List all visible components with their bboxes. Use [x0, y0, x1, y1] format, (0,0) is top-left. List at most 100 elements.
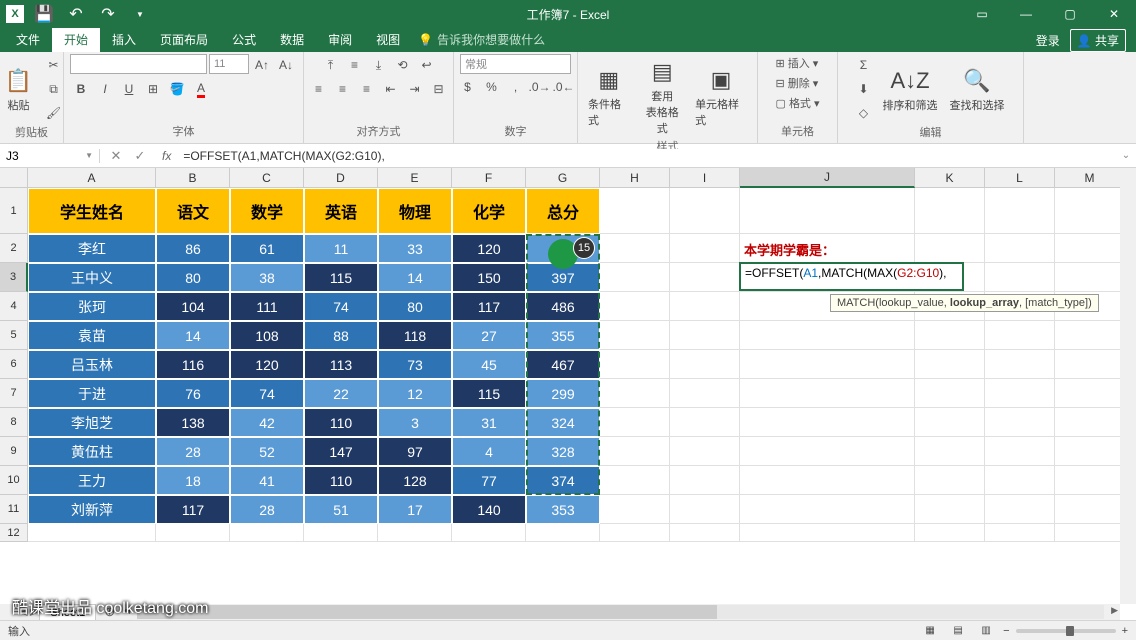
table-cell-value[interactable]: 97 — [378, 437, 452, 466]
font-color-icon[interactable]: A — [190, 78, 212, 100]
bold-icon[interactable]: B — [70, 78, 92, 100]
decrease-decimal-icon[interactable]: .0← — [553, 76, 575, 98]
table-cell-value[interactable]: 14 — [378, 263, 452, 292]
table-cell-name[interactable]: 王力 — [28, 466, 156, 495]
col-header-H[interactable]: H — [600, 168, 670, 188]
wrap-text-icon[interactable]: ↩ — [416, 54, 438, 76]
cell-j3-editing[interactable]: =OFFSET(A1,MATCH(MAX(G2:G10), — [739, 262, 964, 291]
increase-decimal-icon[interactable]: .0→ — [529, 76, 551, 98]
find-select-button[interactable]: 🔍查找和选择 — [946, 63, 1009, 115]
accept-formula-icon[interactable]: ✓ — [130, 148, 150, 164]
table-cell-value[interactable]: 76 — [156, 379, 230, 408]
merge-icon[interactable]: ⊟ — [428, 78, 450, 100]
decrease-font-icon[interactable]: A↓ — [275, 54, 297, 76]
row-header-7[interactable]: 7 — [0, 379, 28, 408]
table-cell-value[interactable]: 74 — [304, 292, 378, 321]
table-cell-value[interactable]: 22 — [304, 379, 378, 408]
col-header-M[interactable]: M — [1055, 168, 1125, 188]
fill-color-icon[interactable]: 🪣 — [166, 78, 188, 100]
table-header[interactable]: 语文 — [156, 188, 230, 234]
table-cell-value[interactable]: 31 — [452, 408, 526, 437]
table-cell-value[interactable]: 12 — [378, 379, 452, 408]
normal-view-icon[interactable]: ▦ — [919, 623, 941, 639]
tab-home[interactable]: 开始 — [52, 27, 100, 52]
underline-icon[interactable]: U — [118, 78, 140, 100]
table-header[interactable]: 英语 — [304, 188, 378, 234]
format-painter-icon[interactable]: 🖌 — [43, 102, 65, 124]
table-cell-value[interactable]: 17 — [378, 495, 452, 524]
col-header-J[interactable]: J — [740, 168, 915, 188]
cells-format-button[interactable]: ▢ 格式 ▾ — [776, 94, 820, 112]
table-cell-value[interactable]: 33 — [378, 234, 452, 263]
table-cell-value[interactable]: 108 — [230, 321, 304, 350]
table-cell-value[interactable]: 73 — [378, 350, 452, 379]
table-cell-value[interactable]: 18 — [156, 466, 230, 495]
zoom-slider[interactable] — [1016, 629, 1116, 633]
zoom-in-icon[interactable]: + — [1122, 625, 1128, 637]
table-cell-name[interactable]: 李红 — [28, 234, 156, 263]
align-center-icon[interactable]: ≡ — [332, 78, 354, 100]
table-cell-name[interactable]: 袁苗 — [28, 321, 156, 350]
conditional-format-button[interactable]: ▦条件格式 — [584, 62, 634, 130]
copy-icon[interactable]: ⧉ — [43, 78, 65, 100]
table-cell-value[interactable]: 28 — [156, 437, 230, 466]
close-icon[interactable]: ✕ — [1092, 0, 1136, 28]
align-left-icon[interactable]: ≡ — [308, 78, 330, 100]
table-cell-value[interactable]: 115 — [304, 263, 378, 292]
clear-icon[interactable]: ◇ — [853, 102, 875, 124]
table-cell-value[interactable]: 4 — [452, 437, 526, 466]
comma-icon[interactable]: , — [505, 76, 527, 98]
expand-formula-bar-icon[interactable]: ⌄ — [1116, 150, 1136, 161]
col-header-L[interactable]: L — [985, 168, 1055, 188]
tab-review[interactable]: 审阅 — [316, 27, 364, 52]
align-top-icon[interactable]: ⤒ — [320, 54, 342, 76]
table-cell-value[interactable]: 51 — [304, 495, 378, 524]
fx-icon[interactable]: fx — [156, 149, 177, 163]
row-header-12[interactable]: 12 — [0, 524, 28, 542]
col-header-D[interactable]: D — [304, 168, 378, 188]
table-cell-value[interactable]: 61 — [230, 234, 304, 263]
paste-button[interactable]: 📋 粘贴 — [0, 63, 39, 115]
tell-me-input[interactable]: 💡 告诉我你想要做什么 — [412, 27, 551, 52]
row-header-4[interactable]: 4 — [0, 292, 28, 321]
row-header-1[interactable]: 1 — [0, 188, 28, 234]
row-header-8[interactable]: 8 — [0, 408, 28, 437]
orientation-icon[interactable]: ⟲ — [392, 54, 414, 76]
select-all-button[interactable] — [0, 168, 28, 188]
table-cell-value[interactable]: 80 — [156, 263, 230, 292]
col-header-I[interactable]: I — [670, 168, 740, 188]
table-cell-value[interactable]: 41 — [230, 466, 304, 495]
table-cell-value[interactable]: 118 — [378, 321, 452, 350]
align-middle-icon[interactable]: ≡ — [344, 54, 366, 76]
name-box[interactable]: J3▼ — [0, 149, 100, 163]
col-header-C[interactable]: C — [230, 168, 304, 188]
table-cell-value[interactable]: 80 — [378, 292, 452, 321]
table-cell-value[interactable]: 42 — [230, 408, 304, 437]
minimize-icon[interactable]: — — [1004, 0, 1048, 28]
table-cell-value[interactable]: 467 — [526, 350, 600, 379]
table-header[interactable]: 学生姓名 — [28, 188, 156, 234]
ribbon-options-icon[interactable]: ▭ — [960, 0, 1004, 28]
qat-dropdown-icon[interactable]: ▼ — [128, 2, 152, 26]
font-size-combo[interactable]: 11 — [209, 54, 249, 74]
table-cell-value[interactable]: 113 — [304, 350, 378, 379]
table-cell-value[interactable]: 11 — [304, 234, 378, 263]
table-cell-value[interactable]: 486 — [526, 292, 600, 321]
table-cell-value[interactable]: 299 — [526, 379, 600, 408]
table-cell-value[interactable]: 353 — [526, 495, 600, 524]
cancel-formula-icon[interactable]: ✕ — [106, 148, 126, 164]
table-cell-name[interactable]: 刘新萍 — [28, 495, 156, 524]
table-cell-value[interactable]: 150 — [452, 263, 526, 292]
tab-file[interactable]: 文件 — [4, 27, 52, 52]
row-header-9[interactable]: 9 — [0, 437, 28, 466]
cells-delete-button[interactable]: ⊟ 删除 ▾ — [776, 74, 819, 92]
row-header-5[interactable]: 5 — [0, 321, 28, 350]
table-cell-value[interactable]: 52 — [230, 437, 304, 466]
decrease-indent-icon[interactable]: ⇤ — [380, 78, 402, 100]
table-cell-name[interactable]: 黄伍柱 — [28, 437, 156, 466]
col-header-G[interactable]: G — [526, 168, 600, 188]
percent-icon[interactable]: % — [481, 76, 503, 98]
table-cell-value[interactable]: 38 — [230, 263, 304, 292]
increase-indent-icon[interactable]: ⇥ — [404, 78, 426, 100]
login-button[interactable]: 登录 — [1036, 32, 1060, 49]
